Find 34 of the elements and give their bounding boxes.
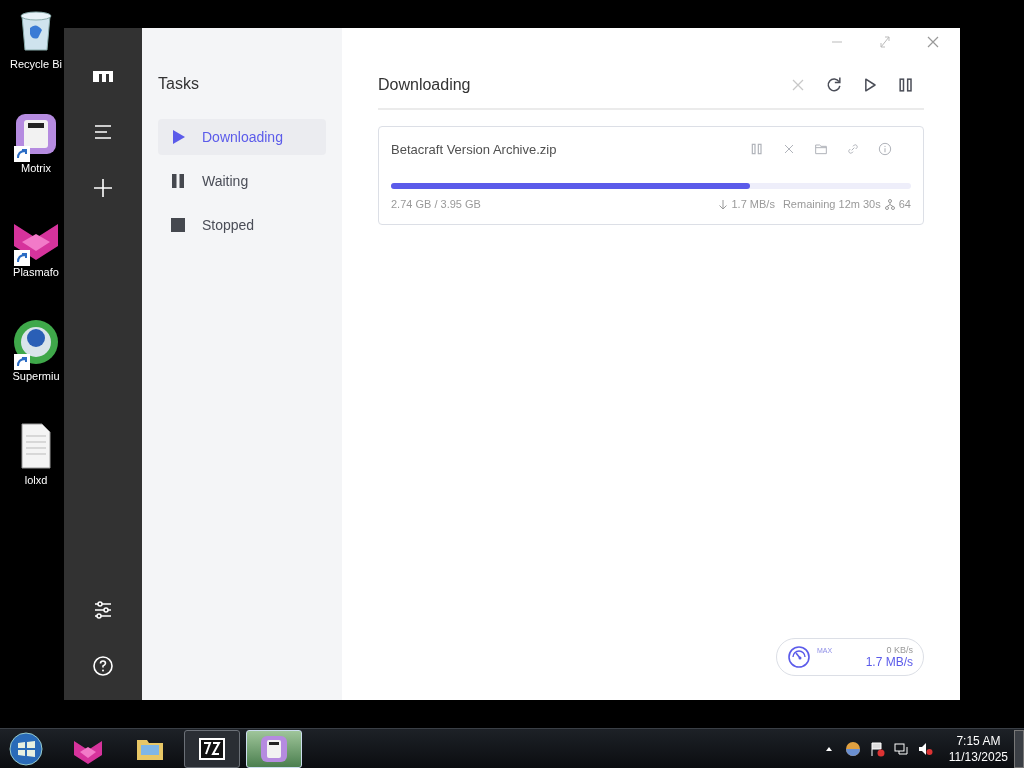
task-filter-item[interactable]: Downloading: [158, 119, 326, 155]
add-icon[interactable]: [91, 176, 115, 200]
connections-icon: [884, 198, 895, 210]
download-speed: 1.7 MB/s: [731, 198, 775, 210]
stop-icon: [170, 217, 186, 233]
network-icon[interactable]: [892, 740, 909, 757]
play-icon: [170, 129, 186, 145]
start-button[interactable]: [8, 730, 44, 767]
tray-app-icon[interactable]: [844, 740, 861, 757]
globe-icon: [12, 318, 60, 366]
taskbar-button[interactable]: [184, 729, 240, 768]
desktop-icon-label[interactable]: Motrix: [21, 162, 51, 174]
page-title: Downloading: [378, 76, 471, 94]
panel-title: Tasks: [158, 75, 200, 93]
upload-speed: 0 KB/s: [886, 645, 913, 655]
desktop-icon-label[interactable]: Recycle Bi: [10, 58, 62, 70]
desktop-icon-label[interactable]: lolxd: [24, 474, 48, 486]
clock-time[interactable]: 7:15 AM: [956, 732, 1001, 749]
task-filter-item[interactable]: Stopped: [158, 207, 326, 243]
desktop-icon-label[interactable]: Plasmafo: [13, 266, 59, 278]
show-desktop-button[interactable]: [1014, 729, 1024, 768]
file-name: Betacraft Version Archive.zip: [391, 141, 557, 157]
task-filter-item[interactable]: Waiting: [158, 163, 326, 199]
desktop-icon-label[interactable]: Supermiu: [12, 370, 60, 382]
progress-text: 2.74 GB / 3.95 GB: [391, 198, 481, 210]
flag-icon[interactable]: [868, 740, 885, 757]
speedometer-icon: [787, 645, 811, 669]
clock-date[interactable]: 11/13/2025: [948, 748, 1008, 765]
pause-icon: [170, 173, 186, 189]
download-speed: 1.7 MB/s: [865, 655, 913, 669]
remaining-time: Remaining 12m 30s: [782, 198, 881, 210]
help-icon[interactable]: [91, 654, 115, 678]
connection-count: 64: [898, 198, 911, 210]
download-arrow-icon: [717, 198, 728, 210]
